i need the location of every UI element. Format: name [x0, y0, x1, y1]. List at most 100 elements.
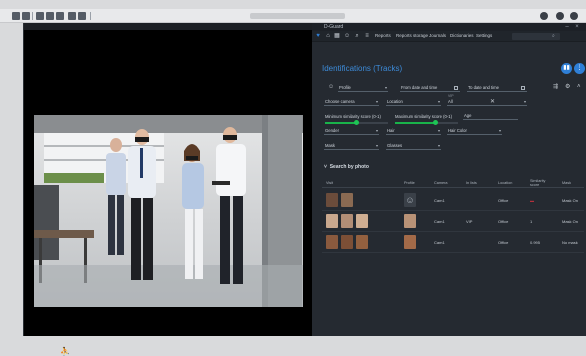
row-camera: Cam1 [434, 198, 445, 203]
columns-button[interactable]: ▮▮ [561, 63, 572, 74]
vip-label: VIP [448, 94, 454, 98]
column-profile[interactable]: Profile [404, 181, 415, 185]
choose-camera-label: Choose camera [325, 99, 355, 104]
menu-item-journals[interactable]: Journals [429, 33, 446, 39]
profile-select[interactable]: Profile ▾ [338, 83, 388, 92]
avatar [404, 214, 416, 228]
menu-item-reports-storage[interactable]: Reports storage [396, 33, 428, 39]
menu-item-settings[interactable]: Settings [476, 33, 492, 39]
taskbar-separator [32, 12, 33, 20]
column-camera[interactable]: Camera [434, 181, 448, 185]
avatar: ☺ [404, 193, 416, 207]
export-icon[interactable]: ⇶ [553, 84, 558, 90]
to-date-label: To date and time [468, 85, 499, 90]
menu-item-dictionaries[interactable]: Dictionaries [450, 33, 474, 39]
column-visit[interactable]: Visit [326, 181, 333, 185]
max-similarity-knob[interactable] [433, 120, 439, 125]
taskbar-task-area[interactable] [250, 13, 345, 19]
row-camera: Cam1 [434, 240, 445, 245]
column-location[interactable]: Location [498, 181, 512, 185]
gear-icon[interactable]: ⚙ [565, 84, 570, 90]
storage-icon[interactable] [56, 12, 64, 20]
close-icon[interactable]: × [574, 24, 580, 30]
menu-item-reports[interactable]: Reports [375, 33, 391, 39]
mask-label: Mask [325, 143, 336, 148]
glasses-select[interactable]: Glasses ▾ [386, 141, 441, 150]
max-similarity-fill [395, 122, 436, 124]
close-icon[interactable]: ✕ [490, 99, 495, 105]
max-similarity-slider[interactable]: Maximum similarity score (0-1) [394, 111, 458, 120]
age-field[interactable]: Age [463, 111, 518, 120]
video-frame[interactable] [34, 115, 303, 307]
image-icon[interactable] [78, 12, 86, 20]
chevron-up-icon[interactable]: ˄ [577, 84, 581, 90]
glasses-label: Glasses [387, 143, 403, 148]
user-icon[interactable] [556, 12, 564, 20]
vip-select[interactable]: VIP All ▾ [447, 94, 527, 106]
grid-icon[interactable]: ▦ [334, 33, 340, 39]
row-location: Office [498, 240, 509, 245]
face-thumbnail [356, 214, 368, 228]
window-icon[interactable] [22, 12, 30, 20]
row-lists: VIP [466, 219, 473, 224]
os-taskbar [0, 9, 586, 23]
chevron-down-icon: ▾ [375, 99, 378, 104]
from-date-field[interactable]: From date and time [400, 83, 460, 92]
avatar [404, 235, 416, 249]
age-label: Age [464, 113, 472, 118]
to-date-field[interactable]: To date and time [467, 83, 527, 92]
choose-camera-select[interactable]: Choose camera ▾ [324, 97, 379, 106]
row-mask: Mask On [562, 198, 579, 203]
row-location: Office [498, 219, 509, 224]
search-input[interactable]: ⌕ [512, 33, 560, 40]
calendar-icon [454, 86, 458, 90]
minimize-icon[interactable]: – [564, 24, 570, 30]
grid-icon[interactable] [36, 12, 44, 20]
search-icon[interactable]: ⌕ [354, 33, 360, 39]
chevron-down-icon: ▾ [437, 99, 440, 104]
app-launcher-icon[interactable] [12, 12, 20, 20]
search-icon: ⌕ [552, 33, 555, 39]
column-in-lists[interactable]: In lists [466, 181, 477, 185]
shield-icon[interactable]: ♥ [315, 33, 321, 39]
hair-select[interactable]: Hair ▾ [386, 126, 441, 135]
home-icon[interactable]: ⌂ [325, 33, 331, 39]
max-similarity-label: Maximum similarity score (0-1) [395, 114, 453, 119]
hamburger-icon[interactable]: ≡ [364, 33, 370, 39]
table-row[interactable]: Cam1 Office 0.995 No mask [322, 232, 584, 253]
more-button[interactable]: ⋮ [574, 63, 585, 74]
min-similarity-slider[interactable]: Minimum similarity score (0-1) [324, 111, 388, 120]
table-header: Visit Profile Camera In lists Location S… [322, 179, 584, 188]
table-row[interactable]: ☺ Cam1 Office ▬ Mask On [322, 190, 584, 211]
face-thumbnail [341, 214, 353, 228]
hair-color-label: Hair Color [448, 128, 467, 133]
column-mask[interactable]: Mask [562, 181, 571, 185]
taskbar-separator [90, 12, 91, 20]
settings-icon[interactable] [570, 12, 578, 20]
search-by-photo-toggle[interactable]: ˅ Search by photo [324, 164, 369, 170]
row-score: 0.995 [530, 240, 541, 245]
min-similarity-knob[interactable] [354, 120, 359, 125]
page-title: Identifications (Tracks) [322, 64, 403, 73]
hair-label: Hair [387, 128, 395, 133]
notifications-icon[interactable] [540, 12, 548, 20]
table-row[interactable]: Cam1 VIP Office 1 Mask On [322, 211, 584, 232]
app-title: D-Guard [324, 24, 344, 30]
column-similarity-score[interactable]: Similarity score [530, 179, 552, 187]
chevron-down-icon: ▾ [375, 143, 378, 148]
hair-color-select[interactable]: Hair Color ▾ [447, 126, 502, 135]
max-similarity-track[interactable] [395, 120, 458, 125]
star-icon[interactable] [68, 12, 76, 20]
row-mask: Mask On [562, 219, 579, 224]
mask-select[interactable]: Mask ▾ [324, 141, 379, 150]
face-thumbnail [341, 235, 353, 249]
user-icon[interactable]: ☺ [344, 33, 350, 39]
min-similarity-track[interactable] [325, 120, 388, 125]
search-by-photo-label: Search by photo [329, 164, 369, 170]
gender-select[interactable]: Gender ▾ [324, 126, 379, 135]
monitor-icon[interactable] [46, 12, 54, 20]
calendar-icon [521, 86, 525, 90]
office-scene-image [34, 115, 303, 307]
min-similarity-label: Minimum similarity score (0-1) [325, 114, 381, 119]
location-select[interactable]: Location ▾ [386, 97, 441, 106]
